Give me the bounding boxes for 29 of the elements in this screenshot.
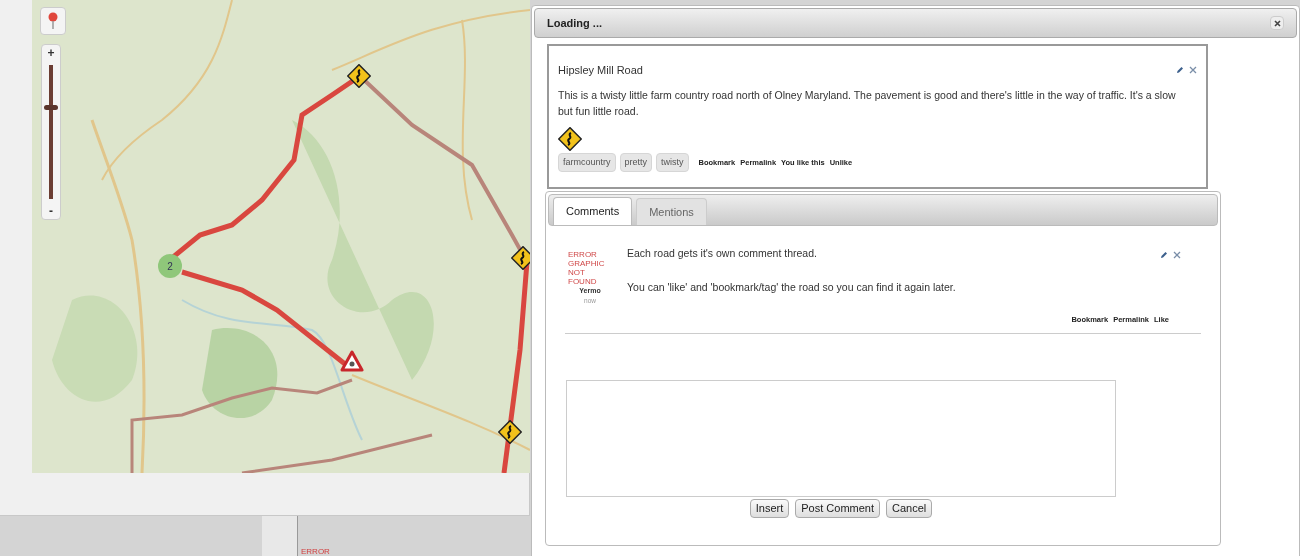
- broken-image-text: ERROR: [301, 548, 330, 556]
- map-pin-icon: [47, 12, 59, 30]
- curvy-road-sign-icon[interactable]: [347, 64, 371, 88]
- edit-icon[interactable]: [1176, 66, 1184, 75]
- tag-chip[interactable]: twisty: [656, 152, 689, 172]
- warning-sign-icon[interactable]: [340, 350, 364, 372]
- dialog-title: Loading ...: [547, 15, 602, 31]
- comment-input[interactable]: [566, 379, 1116, 497]
- location-pin-button[interactable]: [40, 7, 66, 35]
- edit-icon[interactable]: [1160, 251, 1168, 259]
- zoom-in-button[interactable]: +: [47, 45, 55, 61]
- broken-avatar-text: ERROR GRAPHIC NOT FOUND: [568, 250, 606, 286]
- road-title: Hipsley Mill Road: [558, 63, 643, 78]
- tab[interactable]: Comments: [553, 197, 633, 225]
- composer-button[interactable]: Cancel: [886, 498, 933, 518]
- comment-text: You can 'like' and 'bookmark/tag' the road so you can find it again later.: [627, 279, 956, 295]
- delete-icon[interactable]: [1173, 251, 1181, 259]
- road-description: This is a twisty little farm country road north of Olney Maryland. The pavement is good and there's little in the way of traffic. It's a slow but fun little road.: [558, 87, 1177, 119]
- zoom-slider-thumb[interactable]: [44, 104, 58, 110]
- close-icon: [1273, 19, 1281, 27]
- curvy-road-sign-icon[interactable]: [511, 246, 530, 270]
- composer-button[interactable]: Insert: [749, 498, 790, 518]
- delete-icon[interactable]: [1189, 66, 1197, 75]
- comment-text: Each road gets it's own comment thread.: [627, 246, 818, 261]
- composer-button[interactable]: Post Comment: [795, 498, 880, 518]
- tag-chip[interactable]: pretty: [619, 152, 653, 172]
- close-button[interactable]: [1270, 16, 1284, 30]
- tab[interactable]: Mentions: [636, 198, 707, 225]
- tag-chip[interactable]: farmcountry: [558, 152, 616, 172]
